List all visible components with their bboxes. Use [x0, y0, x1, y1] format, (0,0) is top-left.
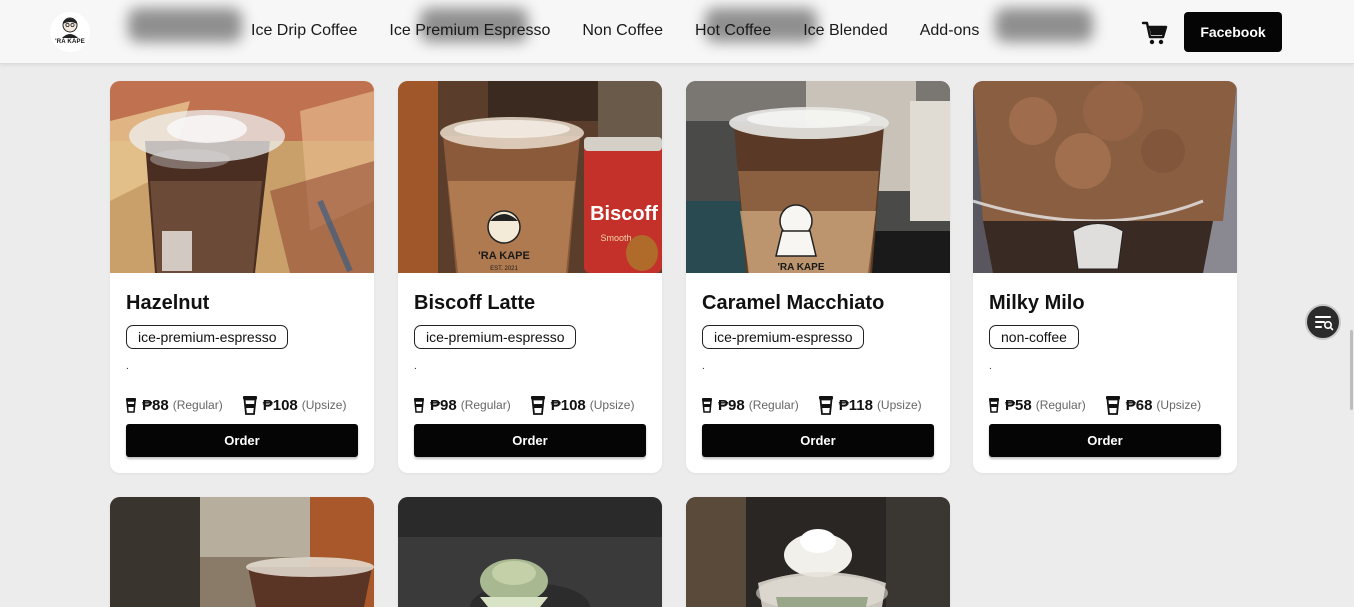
product-card — [398, 497, 662, 607]
price-row: ₱98 (Regular) ₱118 (Upsize) — [702, 395, 922, 415]
category-tag: non-coffee — [989, 325, 1079, 349]
order-button[interactable]: Order — [414, 424, 646, 457]
product-image — [110, 81, 374, 273]
large-cup-icon — [818, 396, 833, 415]
product-image: 'RA KAPE — [686, 81, 950, 273]
price-row: ₱88 (Regular) ₱108 (Upsize) — [126, 395, 346, 415]
product-name: Biscoff Latte — [414, 292, 536, 314]
product-description: . — [126, 361, 129, 372]
large-cup-icon — [1105, 396, 1120, 415]
size-upsize-label: (Upsize) — [589, 398, 635, 412]
category-tag: ice-premium-espresso — [702, 325, 865, 349]
large-cup-icon — [530, 396, 545, 415]
product-description: . — [414, 361, 417, 372]
price-upsize-value: ₱108 — [262, 396, 298, 414]
jar-sub-text: Smooth — [600, 233, 631, 243]
size-upsize-label: (Upsize) — [1156, 398, 1202, 412]
jar-label-text: Biscoff — [590, 203, 658, 225]
price-regular: ₱58 (Regular) — [989, 397, 1086, 414]
nav-ice-premium-espresso[interactable]: Ice Premium Espresso — [389, 20, 550, 42]
product-card: Hazelnut ice-premium-espresso . ₱88 (Reg… — [110, 81, 374, 473]
filter-list-icon — [1315, 316, 1334, 331]
order-button[interactable]: Order — [702, 424, 934, 457]
size-regular-label: (Regular) — [172, 398, 223, 412]
price-upsize-value: ₱118 — [838, 396, 873, 414]
price-regular: ₱88 (Regular) — [126, 397, 223, 414]
price-regular-value: ₱98 — [430, 396, 457, 414]
price-upsize: ₱118 (Upsize) — [818, 395, 922, 415]
product-image — [973, 81, 1237, 273]
price-upsize: ₱108 (Upsize) — [242, 395, 347, 415]
product-description: . — [989, 361, 992, 372]
price-regular-value: ₱98 — [718, 396, 745, 414]
size-regular-label: (Regular) — [1035, 398, 1086, 412]
small-cup-icon — [989, 398, 999, 413]
nav-ice-blended[interactable]: Ice Blended — [803, 20, 888, 42]
cup-brand-text: 'RA KAPE — [777, 262, 824, 273]
size-upsize-label: (Upsize) — [301, 398, 347, 412]
cup-est-text: EST. 2021 — [490, 266, 518, 272]
small-cup-icon — [126, 398, 136, 413]
filter-fab-button[interactable] — [1305, 304, 1341, 340]
price-regular: ₱98 (Regular) — [414, 397, 511, 414]
order-button[interactable]: Order — [126, 424, 358, 457]
small-cup-icon — [702, 398, 712, 413]
price-regular: ₱98 (Regular) — [702, 397, 799, 414]
price-row: ₱58 (Regular) ₱68 (Upsize) — [989, 395, 1201, 415]
price-regular-value: ₱88 — [142, 396, 169, 414]
nav-non-coffee[interactable]: Non Coffee — [582, 20, 663, 42]
category-tag: ice-premium-espresso — [414, 325, 577, 349]
nav-add-ons[interactable]: Add-ons — [920, 20, 980, 42]
product-card: 'RA KAPE Caramel Macchiato ice-premium-e… — [686, 81, 950, 473]
price-upsize-value: ₱108 — [550, 396, 586, 414]
blurred-background-item — [995, 8, 1093, 42]
product-name: Milky Milo — [989, 292, 1085, 314]
large-cup-icon — [242, 396, 257, 415]
product-name: Caramel Macchiato — [702, 292, 885, 314]
product-card — [686, 497, 950, 607]
blurred-background-item — [128, 8, 242, 42]
product-card: 'RA KAPE EST. 2021 Biscoff Smooth Biscof… — [398, 81, 662, 473]
category-nav: Ice Drip Coffee Ice Premium Espresso Non… — [251, 20, 979, 42]
size-regular-label: (Regular) — [460, 398, 511, 412]
page-scrollbar[interactable] — [1349, 0, 1354, 607]
product-image: 'RA KAPE EST. 2021 Biscoff Smooth — [398, 81, 662, 273]
logo-text: 'RA KAPE — [55, 39, 85, 45]
product-description: . — [702, 361, 705, 372]
product-name: Hazelnut — [126, 292, 210, 314]
size-regular-label: (Regular) — [748, 398, 799, 412]
size-upsize-label: (Upsize) — [876, 398, 922, 412]
product-image — [398, 497, 662, 607]
product-image — [686, 497, 950, 607]
small-cup-icon — [414, 398, 424, 413]
order-button[interactable]: Order — [989, 424, 1221, 457]
category-tag: ice-premium-espresso — [126, 325, 289, 349]
cart-icon[interactable] — [1141, 19, 1169, 47]
product-card: Milky Milo non-coffee . ₱58 (Regular) ₱6… — [973, 81, 1237, 473]
nav-hot-coffee[interactable]: Hot Coffee — [695, 20, 771, 42]
facebook-button[interactable]: Facebook — [1184, 12, 1282, 52]
product-card — [110, 497, 374, 607]
product-image — [110, 497, 374, 607]
price-upsize-value: ₱68 — [1125, 396, 1153, 414]
price-upsize: ₱68 (Upsize) — [1105, 395, 1202, 415]
brand-logo[interactable]: 'RA KAPE — [50, 12, 90, 52]
cup-brand-text: 'RA KAPE — [478, 250, 530, 262]
price-row: ₱98 (Regular) ₱108 (Upsize) — [414, 395, 634, 415]
price-regular-value: ₱58 — [1005, 396, 1032, 414]
nav-ice-drip-coffee[interactable]: Ice Drip Coffee — [251, 20, 357, 42]
price-upsize: ₱108 (Upsize) — [530, 395, 635, 415]
top-navbar: 'RA KAPE Ice Drip Coffee Ice Premium Esp… — [0, 0, 1354, 64]
